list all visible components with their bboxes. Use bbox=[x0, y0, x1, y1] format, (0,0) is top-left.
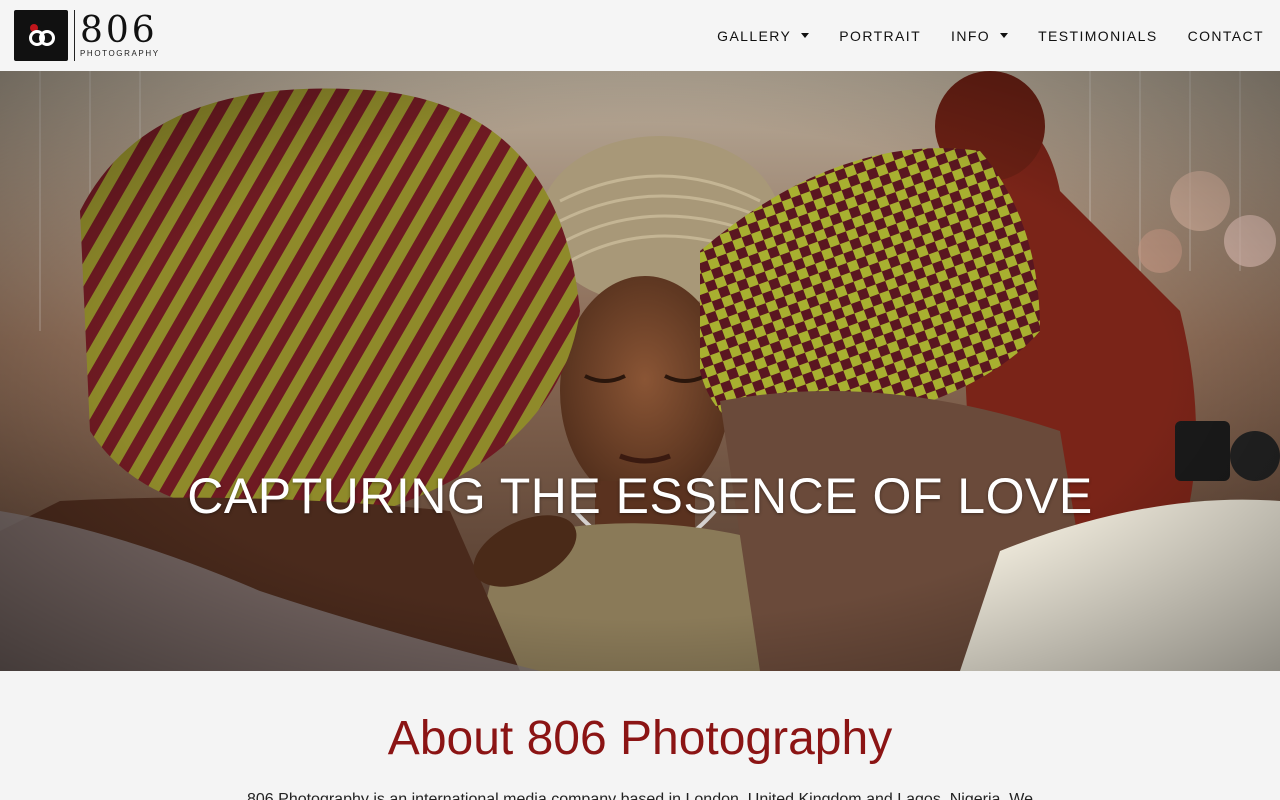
about-section: About 806 Photography 806 Photography is… bbox=[0, 671, 1280, 800]
nav-item-label: GALLERY bbox=[717, 27, 792, 44]
nav-item-portrait[interactable]: PORTRAIT bbox=[824, 0, 936, 71]
about-title: About 806 Photography bbox=[387, 712, 893, 765]
logo-text: 806 PHOTOGRAPHY bbox=[80, 13, 160, 58]
nav-item-gallery[interactable]: GALLERY bbox=[702, 0, 824, 71]
caret-down-icon bbox=[801, 33, 810, 38]
logo-number: 806 bbox=[80, 10, 158, 51]
logo-subtitle: PHOTOGRAPHY bbox=[80, 49, 160, 58]
nav-item-info[interactable]: INFO bbox=[936, 0, 1023, 71]
nav-item-label: INFO bbox=[951, 27, 991, 44]
nav-item-label: PORTRAIT bbox=[839, 27, 922, 44]
brand-logo[interactable]: 806 PHOTOGRAPHY bbox=[14, 10, 160, 61]
site-header: 806 PHOTOGRAPHY GALLERY PORTRAIT INFO TE… bbox=[0, 0, 1280, 71]
hero-photo bbox=[0, 71, 1280, 671]
logo-divider bbox=[74, 10, 75, 61]
logo-mark-icon bbox=[14, 10, 68, 61]
hero-title: CAPTURING THE ESSENCE OF LOVE bbox=[187, 468, 1093, 524]
nav-item-label: TESTIMONIALS bbox=[1038, 27, 1158, 44]
nav-item-testimonials[interactable]: TESTIMONIALS bbox=[1023, 0, 1172, 71]
main-nav: GALLERY PORTRAIT INFO TESTIMONIALS CONTA… bbox=[702, 0, 1280, 71]
about-text: 806 Photography is an international medi… bbox=[247, 791, 1033, 800]
caret-down-icon bbox=[1000, 33, 1009, 38]
nav-item-label: CONTACT bbox=[1187, 27, 1264, 44]
hero-banner: CAPTURING THE ESSENCE OF LOVE bbox=[0, 71, 1280, 671]
nav-item-contact[interactable]: CONTACT bbox=[1173, 0, 1280, 71]
